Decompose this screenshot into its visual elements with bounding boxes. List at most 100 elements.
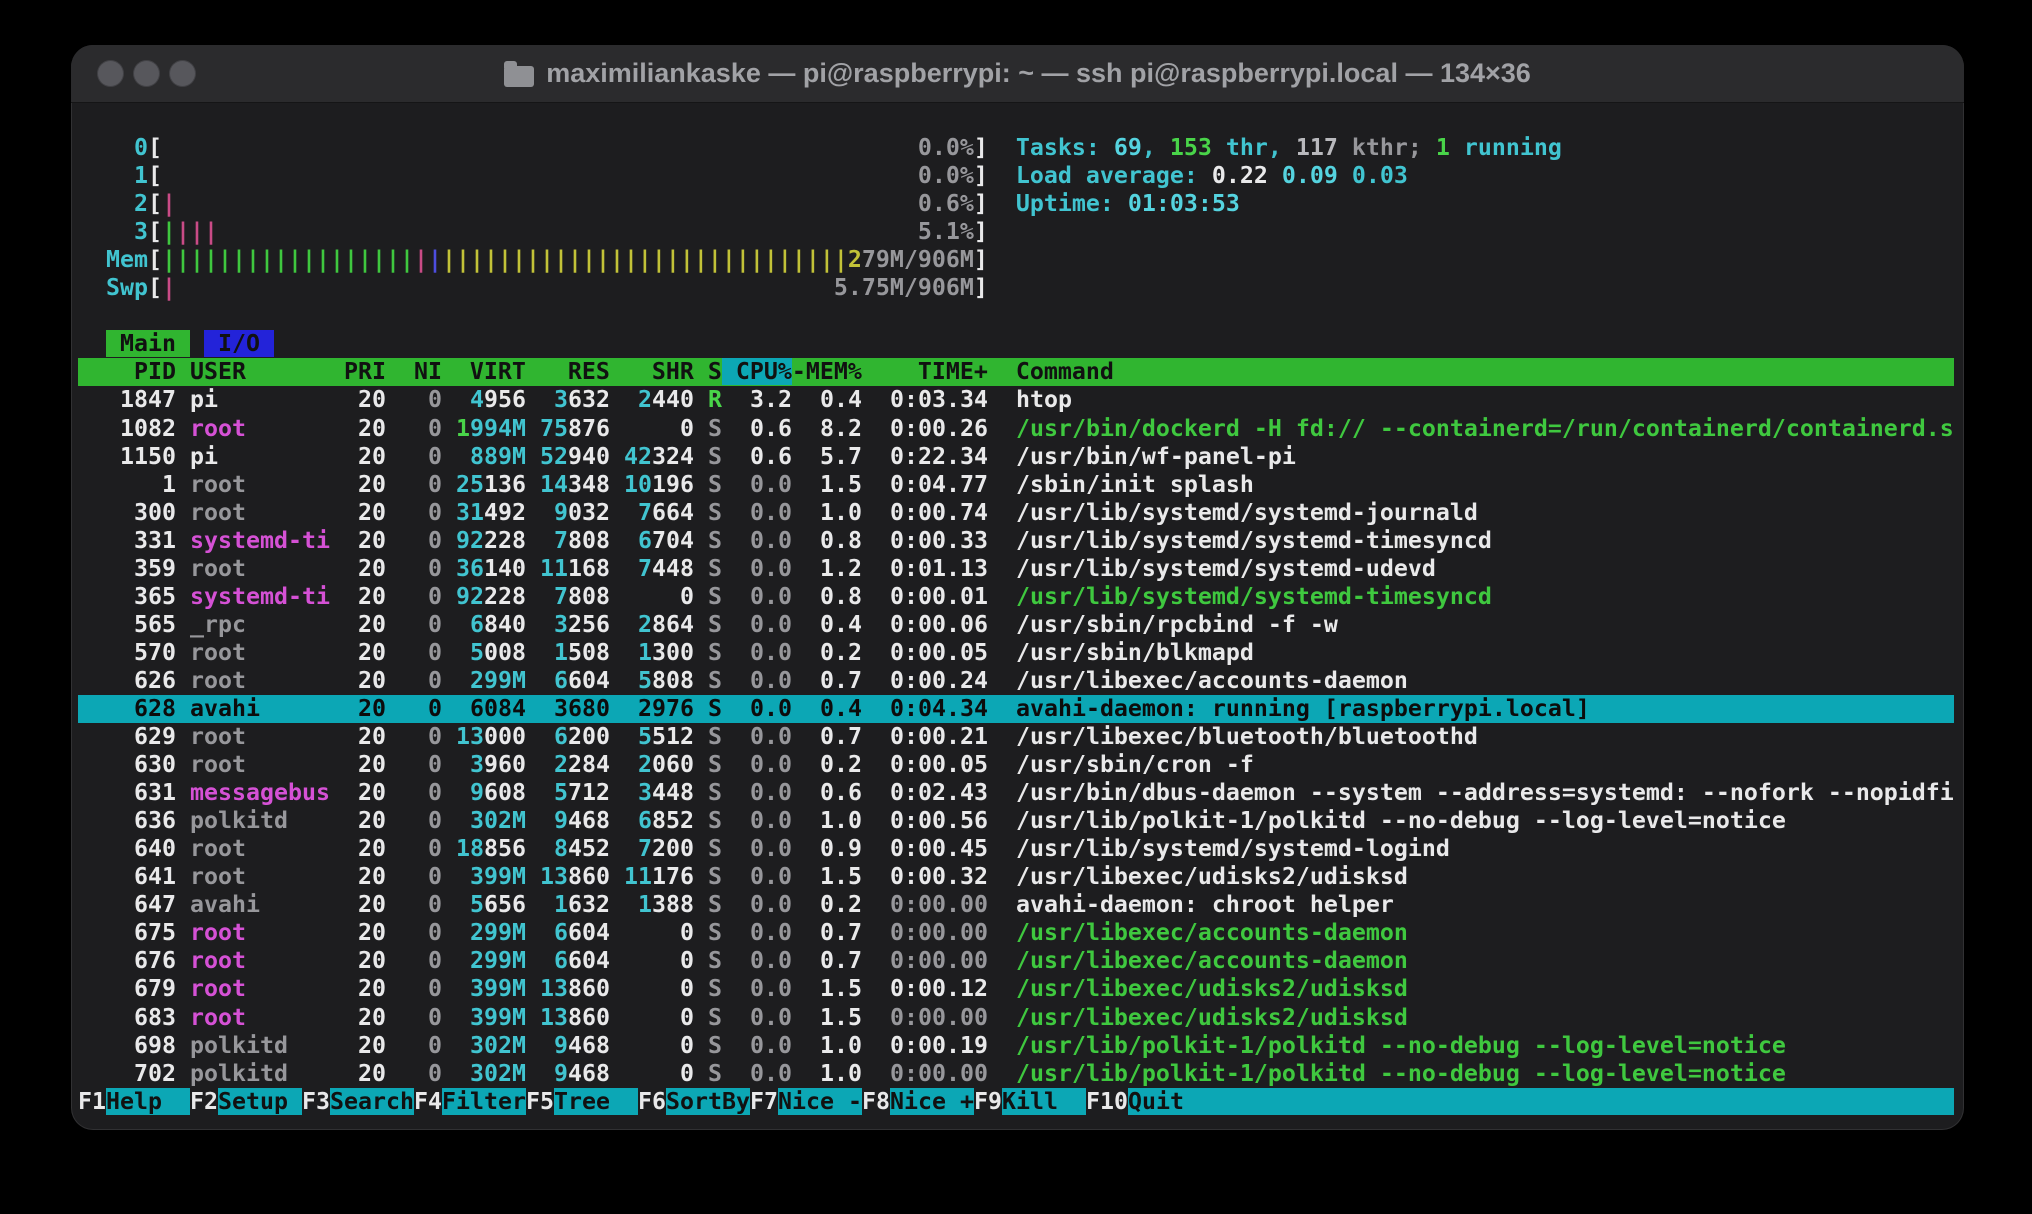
text-run: 153 xyxy=(1170,134,1212,161)
mem-cell: 1.5 xyxy=(806,471,862,498)
process-row-675[interactable]: 675 root 20 0 299M 6604 0 S 0.0 0.7 0:00… xyxy=(78,919,1954,947)
process-row-640[interactable]: 640 root 20 0 18856 8452 7200 S 0.0 0.9 … xyxy=(78,835,1954,863)
meter-value: 5.75M/906M xyxy=(834,274,974,301)
process-row-629[interactable]: 629 root 20 0 13000 6200 5512 S 0.0 0.7 … xyxy=(78,723,1954,751)
fkey-f1[interactable]: F1Help xyxy=(78,1088,190,1115)
process-row-1082[interactable]: 1082 root 20 0 1994M 75876 0 S 0.6 8.2 0… xyxy=(78,415,1954,443)
user-cell: root xyxy=(190,471,330,498)
fkey-label: Quit xyxy=(1128,1088,1212,1115)
text-run xyxy=(610,975,680,1002)
process-row-676[interactable]: 676 root 20 0 299M 6604 0 S 0.0 0.7 0:00… xyxy=(78,947,1954,975)
state-cell: S xyxy=(694,975,722,1002)
process-row-300[interactable]: 300 root 20 0 31492 9032 7664 S 0.0 1.0 … xyxy=(78,499,1954,527)
text-run xyxy=(792,1004,806,1031)
close-button[interactable] xyxy=(97,60,124,87)
process-row-698[interactable]: 698 polkitd 20 0 302M 9468 0 S 0.0 1.0 0… xyxy=(78,1032,1954,1060)
process-row-630[interactable]: 630 root 20 0 3960 2284 2060 S 0.0 0.2 0… xyxy=(78,751,1954,779)
text-run xyxy=(176,274,834,301)
fkey-f3[interactable]: F3Search xyxy=(302,1088,414,1115)
process-row-679[interactable]: 679 root 20 0 399M 13860 0 S 0.0 1.5 0:0… xyxy=(78,975,1954,1003)
process-row-636[interactable]: 636 polkitd 20 0 302M 9468 6852 S 0.0 1.… xyxy=(78,807,1954,835)
process-row-365[interactable]: 365 systemd-ti 20 0 92228 7808 0 S 0.0 0… xyxy=(78,583,1954,611)
fkey-f6[interactable]: F6SortBy xyxy=(638,1088,750,1115)
text-run xyxy=(526,527,554,554)
text-run xyxy=(988,695,1016,722)
process-row-683[interactable]: 683 root 20 0 399M 13860 0 S 0.0 1.5 0:0… xyxy=(78,1004,1954,1032)
pri-cell: 20 xyxy=(330,555,386,582)
text-run xyxy=(1338,162,1352,189)
text-run xyxy=(526,807,554,834)
text-run xyxy=(176,779,190,806)
mem-cell: 0.2 xyxy=(806,891,862,918)
text-run: 604 xyxy=(568,947,610,974)
text-run xyxy=(442,1060,470,1087)
text-run xyxy=(176,975,190,1002)
fkey-f4[interactable]: F4Filter xyxy=(414,1088,526,1115)
text-run xyxy=(176,471,190,498)
tab-main[interactable]: Main xyxy=(106,330,190,357)
mem-cell: 0.7 xyxy=(806,919,862,946)
process-row-1847[interactable]: 1847 pi 20 0 4956 3632 2440 R 3.2 0.4 0:… xyxy=(78,386,1954,414)
text-run xyxy=(176,499,190,526)
window-titlebar[interactable]: maximiliankaske — pi@raspberrypi: ~ — ss… xyxy=(71,45,1964,103)
fkey-f10[interactable]: F10Quit xyxy=(1086,1088,1212,1115)
command-cell: /usr/sbin/blkmapd xyxy=(1016,639,1254,666)
mem-cell: 0.4 xyxy=(806,386,862,413)
process-row-359[interactable]: 359 root 20 0 36140 11168 7448 S 0.0 1.2… xyxy=(78,555,1954,583)
state-cell: S xyxy=(694,835,722,862)
time-cell: 0:00.00 xyxy=(862,891,988,918)
cpu-cell: 0.0 xyxy=(722,1060,792,1087)
process-row-1[interactable]: 1 root 20 0 25136 14348 10196 S 0.0 1.5 … xyxy=(78,471,1954,499)
meter-value: 5.1% xyxy=(918,218,974,245)
fkey-f7[interactable]: F7Nice - xyxy=(750,1088,862,1115)
pid-cell: 675 xyxy=(78,919,176,946)
fkey-f5[interactable]: F5Tree xyxy=(526,1088,638,1115)
user-cell: root xyxy=(190,1004,330,1031)
process-row-331[interactable]: 331 systemd-ti 20 0 92228 7808 6704 S 0.… xyxy=(78,527,1954,555)
text-run: 994M xyxy=(470,415,526,442)
text-run: 6 xyxy=(638,527,652,554)
process-row-565[interactable]: 565 _rpc 20 0 6840 3256 2864 S 0.0 0.4 0… xyxy=(78,611,1954,639)
process-row-631[interactable]: 631 messagebus 20 0 9608 5712 3448 S 0.0… xyxy=(78,779,1954,807)
process-row-641[interactable]: 641 root 20 0 399M 13860 11176 S 0.0 1.5… xyxy=(78,863,1954,891)
text-run: 960 xyxy=(484,751,526,778)
user-cell: polkitd xyxy=(190,807,330,834)
fkey-f2[interactable]: F2Setup xyxy=(190,1088,302,1115)
state-cell: S xyxy=(694,779,722,806)
text-run xyxy=(610,443,624,470)
process-row-647[interactable]: 647 avahi 20 0 5656 1632 1388 S 0.0 0.2 … xyxy=(78,891,1954,919)
text-run xyxy=(176,667,190,694)
text-run xyxy=(526,1032,554,1059)
fkey-f8[interactable]: F8Nice + xyxy=(862,1088,974,1115)
command-cell: /usr/lib/polkit-1/polkitd --no-debug --l… xyxy=(1016,1032,1786,1059)
mem-cell: 5.7 xyxy=(806,443,862,470)
tab-io[interactable]: I/O xyxy=(204,330,274,357)
text-run xyxy=(792,443,806,470)
process-row-702[interactable]: 702 polkitd 20 0 302M 9468 0 S 0.0 1.0 0… xyxy=(78,1060,1954,1088)
text-run: 140 xyxy=(484,555,526,582)
mem-cell: 1.0 xyxy=(806,1060,862,1087)
text-run xyxy=(176,723,190,750)
process-row-628[interactable]: 628 avahi 20 0 6084 3680 2976 S 0.0 0.4 … xyxy=(78,695,1954,723)
table-header[interactable]: PID USER PRI NI VIRT RES SHR S CPU%-MEM%… xyxy=(78,358,1954,386)
text-run xyxy=(526,471,540,498)
zoom-button[interactable] xyxy=(169,60,196,87)
text-run: 13 xyxy=(456,723,484,750)
process-row-570[interactable]: 570 root 20 0 5008 1508 1300 S 0.0 0.2 0… xyxy=(78,639,1954,667)
text-run: 7 xyxy=(554,527,568,554)
text-run xyxy=(442,639,470,666)
text-run xyxy=(610,555,638,582)
process-row-626[interactable]: 626 root 20 0 299M 6604 5808 S 0.0 0.7 0… xyxy=(78,667,1954,695)
text-run xyxy=(176,1004,190,1031)
text-run xyxy=(988,975,1016,1002)
text-run xyxy=(988,1032,1016,1059)
process-row-1150[interactable]: 1150 pi 20 0 889M 52940 42324 S 0.6 5.7 … xyxy=(78,443,1954,471)
text-run: thr, xyxy=(1212,134,1296,161)
fkey-f9[interactable]: F9Kill xyxy=(974,1088,1086,1115)
text-run xyxy=(988,134,1016,161)
text-run xyxy=(792,386,806,413)
meter-bracket-close: ] xyxy=(974,274,988,301)
minimize-button[interactable] xyxy=(133,60,160,87)
text-run: 302M xyxy=(470,807,526,834)
user-cell: pi xyxy=(190,386,330,413)
